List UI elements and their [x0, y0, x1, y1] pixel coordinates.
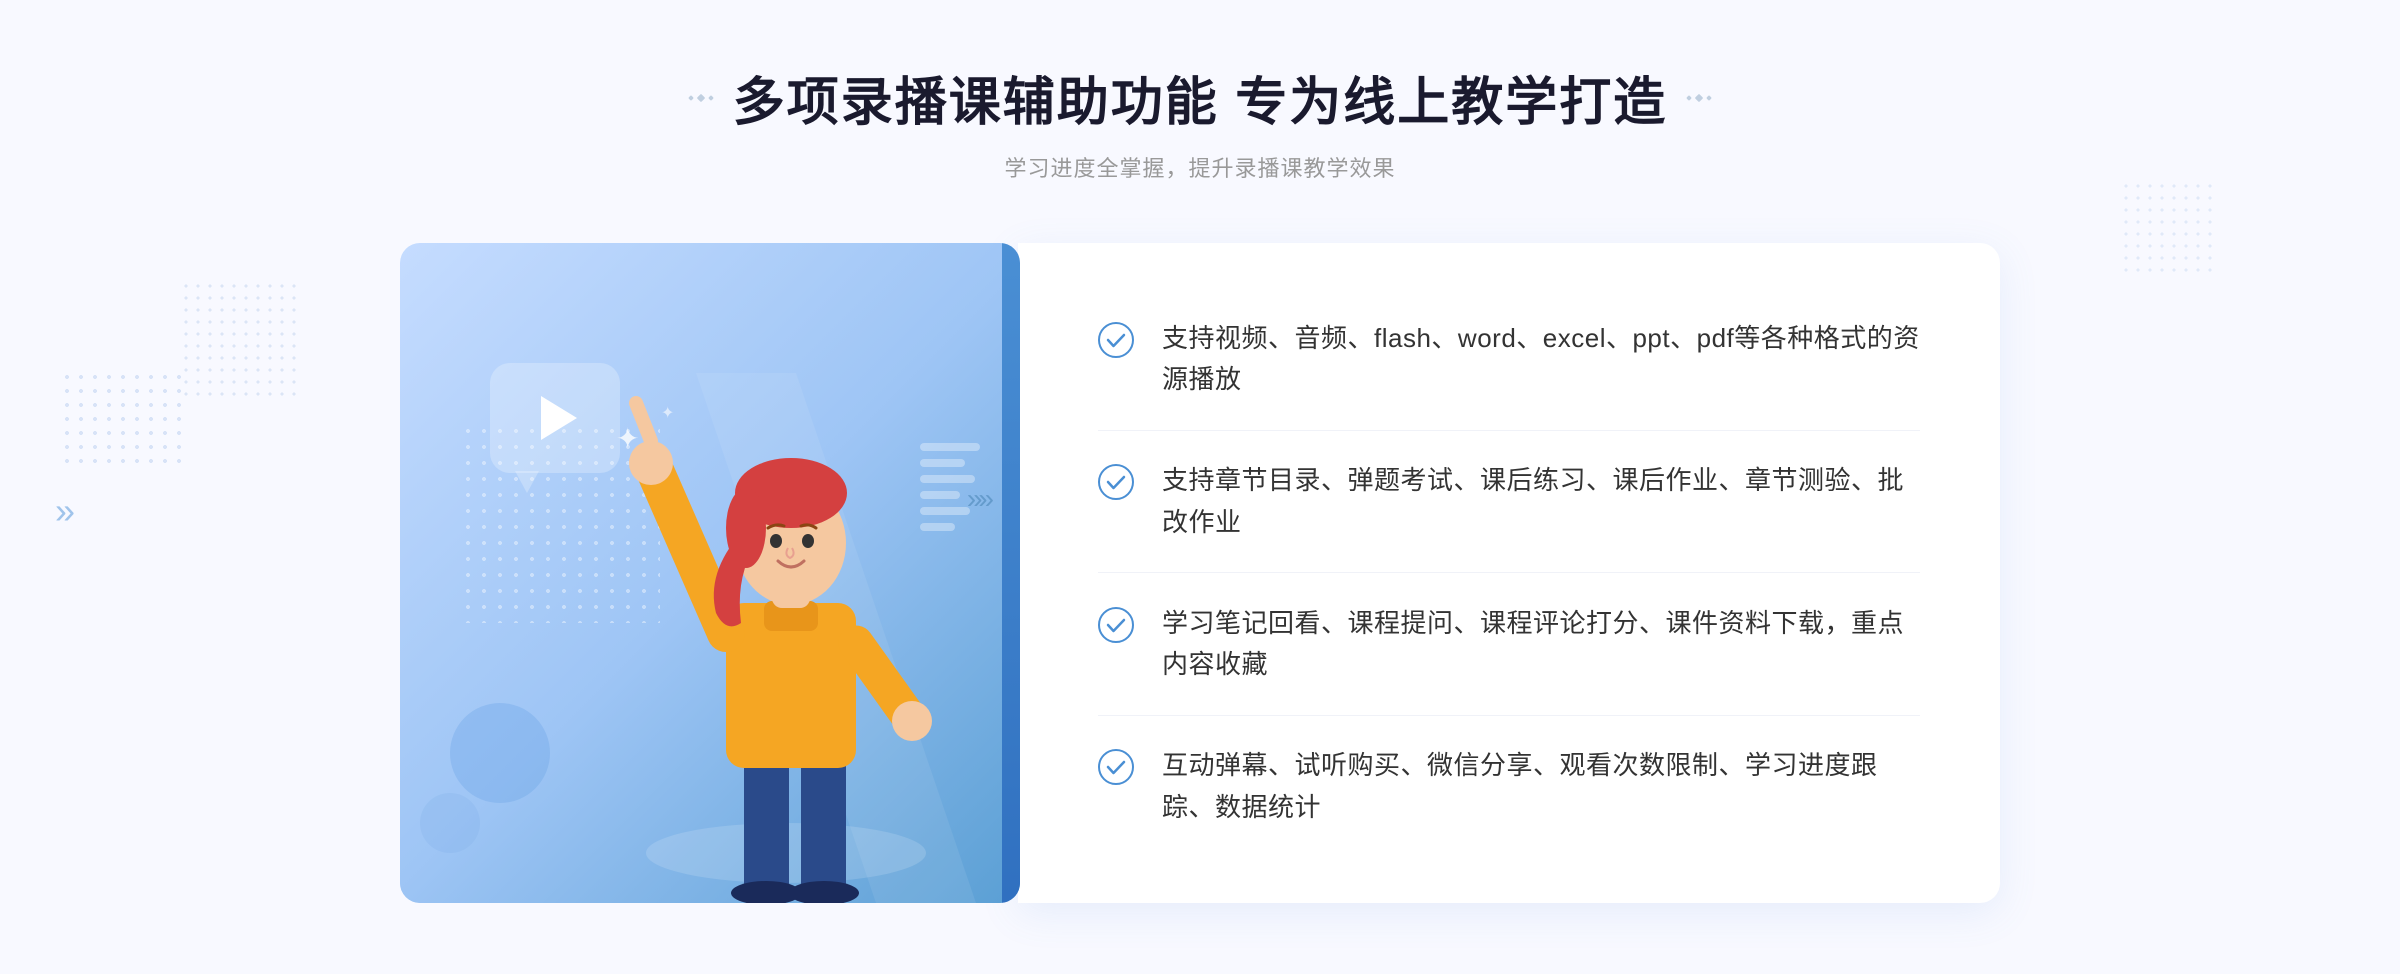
check-circle-icon-4 — [1098, 749, 1134, 785]
play-icon — [541, 396, 577, 440]
content-panel: 支持视频、音频、flash、word、excel、ppt、pdf等各种格式的资源… — [1018, 243, 2000, 903]
check-circle-icon-3 — [1098, 607, 1134, 643]
circle-deco-small — [420, 793, 480, 853]
bg-dots-right — [2120, 180, 2220, 280]
blue-sidebar — [1002, 243, 1020, 903]
check-circle-icon-1 — [1098, 322, 1134, 358]
feature-text-4: 互动弹幕、试听购买、微信分享、观看次数限制、学习进度跟踪、数据统计 — [1162, 745, 1920, 828]
feature-item-4: 互动弹幕、试听购买、微信分享、观看次数限制、学习进度跟踪、数据统计 — [1098, 725, 1920, 848]
dot — [1686, 95, 1692, 101]
dot — [697, 93, 705, 101]
feature-item-2: 支持章节目录、弹题考试、课后练习、课后作业、章节测验、批改作业 — [1098, 440, 1920, 563]
dot — [1695, 93, 1703, 101]
divider-1 — [1098, 430, 1920, 431]
feature-item-1: 支持视频、音频、flash、word、excel、ppt、pdf等各种格式的资源… — [1098, 298, 1920, 421]
feature-text-3: 学习笔记回看、课程提问、课程评论打分、课件资料下载，重点内容收藏 — [1162, 603, 1920, 686]
human-figure-svg: ✦ ✦ — [596, 373, 976, 903]
header-title-row: 多项录播课辅助功能 专为线上教学打造 — [689, 60, 1711, 135]
bg-arrow-left: » — [55, 490, 75, 532]
illustration-panel: ✦ ✦ »» — [400, 243, 1020, 903]
outer-dots-extra — [60, 370, 190, 470]
divider-3 — [1098, 715, 1920, 716]
header-section: 多项录播课辅助功能 专为线上教学打造 学习进度全掌握，提升录播课教学效果 — [689, 60, 1711, 183]
main-title: 多项录播课辅助功能 专为线上教学打造 — [733, 60, 1667, 135]
check-circle-icon-2 — [1098, 464, 1134, 500]
dot — [688, 95, 694, 101]
page-container: » 多项录播课辅助功能 专为线上教学打造 学习进度全掌握，提升录播课教学效果 — [0, 0, 2400, 974]
bg-dots-left — [180, 280, 300, 400]
content-area: ✦ ✦ »» 支持视频、音频、flash、word、excel、ppt、pdf等… — [400, 243, 2000, 903]
feature-text-1: 支持视频、音频、flash、word、excel、ppt、pdf等各种格式的资源… — [1162, 318, 1920, 401]
feature-text-2: 支持章节目录、弹题考试、课后练习、课后作业、章节测验、批改作业 — [1162, 460, 1920, 543]
sub-title: 学习进度全掌握，提升录播课教学效果 — [1004, 151, 1395, 183]
title-dots-left — [689, 95, 713, 101]
svg-text:✦: ✦ — [661, 405, 674, 422]
divider-2 — [1098, 572, 1920, 573]
dot — [708, 95, 714, 101]
circle-deco-large — [450, 703, 550, 803]
feature-item-3: 学习笔记回看、课程提问、课程评论打分、课件资料下载，重点内容收藏 — [1098, 583, 1920, 706]
title-dots-right — [1687, 95, 1711, 101]
dot — [1706, 95, 1712, 101]
svg-text:✦: ✦ — [616, 423, 639, 454]
